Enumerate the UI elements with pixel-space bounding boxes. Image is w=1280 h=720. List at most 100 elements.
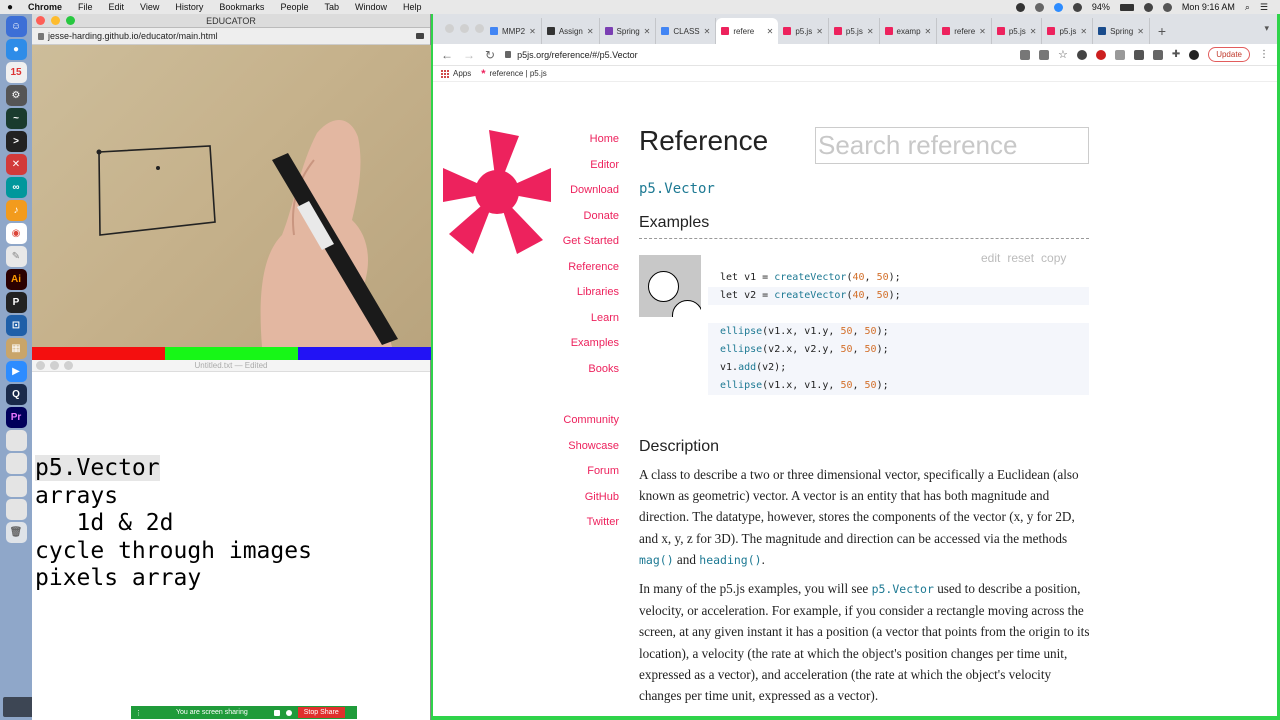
example-edit-button[interactable]: edit — [981, 251, 1000, 265]
color-swatch-red[interactable] — [32, 347, 165, 360]
camera-icon[interactable] — [416, 33, 424, 39]
nav-showcase[interactable]: Showcase — [563, 434, 619, 460]
example-code[interactable]: let v1 = createVector(40, 50); let v2 = … — [708, 269, 1089, 395]
menu-app-name[interactable]: Chrome — [20, 2, 70, 12]
menubar-clock[interactable]: Mon 9:16 AM — [1182, 2, 1235, 12]
forward-icon[interactable]: → — [463, 48, 475, 62]
browser-tab[interactable]: refere ✕ — [716, 18, 779, 44]
menu-edit[interactable]: Edit — [101, 2, 133, 12]
example-canvas[interactable] — [639, 255, 701, 317]
example-reset-button[interactable]: reset — [1007, 251, 1034, 265]
nav-learn[interactable]: Learn — [563, 306, 619, 332]
update-button[interactable]: Update — [1208, 47, 1250, 62]
menu-help[interactable]: Help — [395, 2, 430, 12]
browser-tab[interactable]: Assign ✕ — [542, 18, 600, 44]
filezilla-icon[interactable]: ✕ — [5, 154, 27, 175]
share-handle-icon[interactable]: ⋮ — [135, 709, 142, 717]
extension-icon[interactable] — [1114, 49, 1125, 60]
chrome-zoom-button[interactable] — [475, 24, 484, 33]
tab-close-icon[interactable]: ✕ — [925, 27, 932, 36]
tab-close-icon[interactable]: ✕ — [644, 27, 651, 36]
color-selector-bar[interactable] — [32, 347, 431, 360]
p5-logo-asterisk[interactable] — [443, 130, 551, 254]
profile-avatar[interactable] — [1189, 49, 1200, 60]
tab-close-icon[interactable]: ✕ — [704, 27, 711, 36]
nav-github[interactable]: GitHub — [563, 485, 619, 511]
system-preferences-icon[interactable]: ⚙ — [5, 85, 27, 106]
menu-people[interactable]: People — [272, 2, 316, 12]
bookmark-star-icon[interactable]: ☆ — [1058, 48, 1068, 61]
browser-tab[interactable]: p5.js ✕ — [829, 18, 880, 44]
document-stack-icon-2[interactable] — [5, 453, 27, 474]
bookmark-apps[interactable]: Apps — [441, 69, 471, 78]
document-stack-icon-4[interactable] — [5, 499, 27, 520]
notification-center-icon[interactable]: ☰ — [1260, 2, 1268, 13]
nav-get-started[interactable]: Get Started — [563, 229, 619, 255]
nav-twitter[interactable]: Twitter — [563, 510, 619, 536]
premiere-icon[interactable]: Pr — [5, 407, 27, 428]
tab-close-icon[interactable]: ✕ — [1137, 27, 1144, 36]
notes-app-icon[interactable]: ▦ — [5, 338, 27, 359]
mic-icon[interactable] — [273, 709, 280, 716]
frame-app-icon[interactable]: ⊡ — [5, 315, 27, 336]
nav-donate[interactable]: Donate — [563, 204, 619, 230]
menu-view[interactable]: View — [132, 2, 167, 12]
new-tab-button[interactable]: + — [1150, 18, 1174, 44]
chrome-minimize-button[interactable] — [460, 24, 469, 33]
nav-reference[interactable]: Reference — [563, 255, 619, 281]
clock-icon[interactable] — [1034, 2, 1044, 12]
chrome-close-button[interactable] — [445, 24, 454, 33]
terminal-icon[interactable]: > — [5, 131, 27, 152]
messages-icon[interactable]: ● — [5, 39, 27, 60]
browser-tab[interactable]: MMP2 ✕ — [485, 18, 542, 44]
menu-tab[interactable]: Tab — [316, 2, 347, 12]
example-copy-button[interactable]: copy — [1041, 251, 1066, 265]
address-url[interactable]: p5js.org/reference/#/p5.Vector — [517, 50, 638, 60]
zoom-window-button[interactable] — [66, 16, 75, 25]
back-icon[interactable]: ← — [441, 48, 453, 62]
color-picker-extension-icon[interactable] — [1133, 49, 1144, 60]
textedit-icon[interactable]: ✎ — [5, 246, 27, 267]
opera-extension-icon[interactable] — [1095, 49, 1106, 60]
menu-window[interactable]: Window — [347, 2, 395, 12]
mag-link[interactable]: mag() — [639, 553, 674, 567]
trash-icon[interactable]: 🗑 — [5, 522, 27, 543]
arduino-icon[interactable]: ∞ — [5, 177, 27, 198]
spotlight-icon[interactable]: ⌕ — [1245, 2, 1250, 13]
zoom-app-icon[interactable]: ▶ — [5, 361, 27, 382]
quicktime-icon[interactable]: Q — [5, 384, 27, 405]
blocker-extension-icon[interactable] — [1076, 49, 1087, 60]
heading-link[interactable]: heading() — [699, 553, 761, 567]
nav-examples[interactable]: Examples — [563, 331, 619, 357]
nav-libraries[interactable]: Libraries — [563, 280, 619, 306]
battery-icon[interactable] — [1119, 3, 1134, 11]
browser-tab[interactable]: p5.js ✕ — [1042, 18, 1094, 44]
tab-close-icon[interactable]: ✕ — [767, 27, 774, 36]
tab-close-icon[interactable]: ✕ — [1030, 27, 1037, 36]
cast-icon[interactable] — [1019, 49, 1030, 60]
illustrator-icon[interactable]: Ai — [5, 269, 27, 290]
tab-close-icon[interactable]: ✕ — [529, 27, 536, 36]
search-reference-input[interactable]: Search reference — [815, 127, 1089, 164]
educator-url[interactable]: jesse-harding.github.io/educator/main.ht… — [48, 31, 218, 41]
dropbox-icon[interactable] — [1015, 2, 1025, 12]
zoom-icon[interactable] — [1053, 2, 1063, 12]
extensions-puzzle-icon[interactable]: ✚ — [1172, 49, 1180, 60]
browser-tab[interactable]: examp ✕ — [880, 18, 938, 44]
tab-search-icon[interactable]: ▾ — [1264, 23, 1269, 34]
tab-close-icon[interactable]: ✕ — [587, 27, 594, 36]
document-stack-icon[interactable] — [5, 430, 27, 451]
nav-forum[interactable]: Forum — [563, 459, 619, 485]
calendar-icon[interactable]: 15 — [5, 62, 27, 83]
color-swatch-blue[interactable] — [298, 347, 431, 360]
tab-close-icon[interactable]: ✕ — [979, 27, 986, 36]
browser-tab[interactable]: p5.js ✕ — [992, 18, 1043, 44]
audacity-icon[interactable]: ♪ — [5, 200, 27, 221]
processing-icon[interactable]: P — [5, 292, 27, 313]
stop-share-button[interactable]: Stop Share — [297, 707, 345, 718]
bookmark-p5-reference[interactable]: * reference | p5.js — [481, 68, 547, 80]
tab-close-icon[interactable]: ✕ — [1080, 27, 1087, 36]
wifi-icon[interactable] — [1143, 2, 1153, 12]
browser-tab[interactable]: p5.js ✕ — [778, 18, 829, 44]
color-swatch-green[interactable] — [165, 347, 298, 360]
